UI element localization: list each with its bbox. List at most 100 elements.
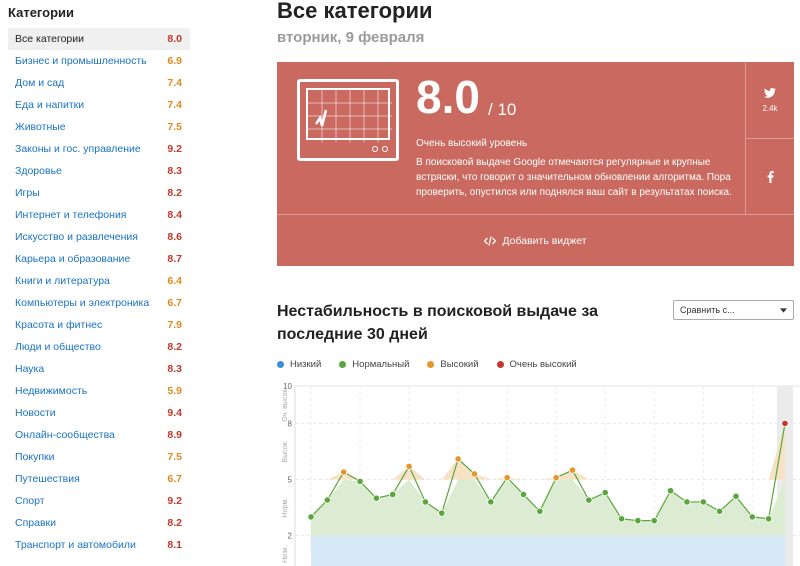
- data-point: [536, 507, 544, 515]
- sidebar-item-category[interactable]: Люди и общество 8.2: [8, 336, 190, 358]
- sidebar-item-category[interactable]: Дом и сад 7.4: [8, 72, 190, 94]
- data-point: [666, 487, 675, 495]
- sidebar-item-category[interactable]: Справки 8.2: [8, 512, 190, 534]
- sidebar-item-category[interactable]: Транспорт и автомобили 8.1: [8, 534, 190, 556]
- share-facebook-button[interactable]: [746, 139, 794, 214]
- data-point: [552, 474, 560, 482]
- data-point: [601, 488, 609, 497]
- sidebar-item-category[interactable]: Наука 8.3: [8, 358, 190, 380]
- sidebar-item-category[interactable]: Законы и гос. управление 9.2: [8, 138, 190, 160]
- sidebar-item-category[interactable]: Новости 9.4: [8, 402, 190, 424]
- data-point: [519, 490, 528, 499]
- sidebar-item-label: Транспорт и автомобили: [15, 539, 136, 551]
- legend-item[interactable]: Очень высокий: [496, 359, 577, 370]
- sidebar-item-category[interactable]: Интернет и телефония 8.4: [8, 204, 190, 226]
- sidebar-item-category[interactable]: Искусство и развлечения 8.6: [8, 226, 190, 248]
- legend-label: Высокий: [440, 359, 479, 370]
- legend-item[interactable]: Высокий: [427, 359, 479, 370]
- legend-dot: [496, 361, 504, 368]
- sidebar-item-score: 5.9: [167, 385, 182, 397]
- sidebar-item-label: Интернет и телефония: [15, 209, 127, 221]
- volatility-description: В поисковой выдаче Google отмечаются рег…: [416, 157, 732, 198]
- monitor-icon: [297, 79, 399, 161]
- data-point: [503, 474, 511, 482]
- sidebar-item-score: 7.5: [167, 451, 182, 463]
- sidebar-item-score: 8.2: [167, 341, 182, 353]
- sidebar-item-label: Карьера и образование: [15, 253, 131, 265]
- legend-item[interactable]: Низкий: [277, 359, 321, 370]
- sidebar-item-score: 8.6: [167, 231, 182, 243]
- sidebar-item-score: 9.2: [167, 143, 182, 155]
- sidebar-item-score: 6.4: [167, 275, 182, 287]
- main-content: Все категории вторник, 9 февраля 8.0 / 1…: [277, 0, 800, 566]
- zone-label: Высок.: [282, 440, 289, 462]
- sidebar-item-label: Искусство и развлечения: [15, 231, 138, 243]
- sidebar-item-score: 8.9: [167, 429, 182, 441]
- legend-dot: [277, 361, 284, 368]
- data-point: [421, 498, 430, 506]
- sidebar-item-category[interactable]: Покупки 7.5: [8, 446, 190, 468]
- sidebar-item-label: Спорт: [15, 495, 45, 507]
- sidebar-item-category[interactable]: Спорт 9.2: [8, 490, 190, 512]
- data-point: [323, 496, 331, 504]
- data-point: [470, 470, 479, 478]
- sidebar-item-label: Все категории: [15, 33, 84, 45]
- add-widget-button[interactable]: Добавить виджет: [277, 215, 794, 266]
- share-twitter-button[interactable]: 2.4k: [746, 62, 794, 138]
- monitor-grid-graphic: [308, 90, 392, 142]
- data-point: [732, 492, 740, 500]
- sidebar-item-category[interactable]: Здоровье 8.3: [8, 160, 190, 182]
- sidebar-item-label: Красота и фитнес: [15, 319, 103, 331]
- sidebar-item-score: 8.4: [167, 209, 182, 221]
- facebook-icon: [767, 170, 774, 183]
- twitter-icon: [764, 87, 776, 98]
- area-high: [311, 423, 785, 480]
- score-card-body: 8.0 / 10 Очень высокий уровень В поисков…: [277, 62, 745, 214]
- compare-select[interactable]: Сравнить с...: [673, 300, 794, 320]
- zone-label: Низк.: [282, 546, 289, 563]
- sidebar-item-label: Бизнес и промышленность: [15, 55, 147, 67]
- data-point: [307, 513, 315, 521]
- sidebar-item-category[interactable]: Книги и литература 6.4: [8, 270, 190, 292]
- volatility-score: 8.0: [416, 71, 480, 123]
- data-point: [405, 462, 413, 471]
- sidebar-item-category[interactable]: Все категории 8.0: [8, 28, 190, 50]
- share-column: 2.4k: [746, 62, 794, 214]
- sidebar-item-score: 8.3: [167, 165, 182, 177]
- sidebar-item-category[interactable]: Карьера и образование 8.7: [8, 248, 190, 270]
- data-point: [781, 419, 789, 428]
- data-point: [487, 498, 495, 506]
- sidebar: Категории Все категории 8.0 Бизнес и промы…: [0, 0, 200, 566]
- sidebar-item-label: Животные: [15, 121, 66, 133]
- sidebar-item-category[interactable]: Компьютеры и электроника 6.7: [8, 292, 190, 314]
- compare-select-value: Сравнить с...: [680, 305, 735, 315]
- sidebar-item-label: Компьютеры и электроника: [15, 297, 150, 309]
- sidebar-item-score: 7.4: [167, 77, 182, 89]
- sidebar-item-label: Справки: [15, 517, 56, 529]
- sidebar-item-category[interactable]: Бизнес и промышленность 6.9: [8, 50, 190, 72]
- data-point: [340, 468, 348, 476]
- data-point: [585, 496, 593, 504]
- data-point: [683, 498, 691, 506]
- data-point: [699, 498, 707, 506]
- legend-item[interactable]: Нормальный: [339, 359, 409, 370]
- sidebar-item-category[interactable]: Игры 8.2: [8, 182, 190, 204]
- chevron-down-icon: [780, 307, 787, 313]
- zone-label: Оч. высок.: [282, 388, 289, 422]
- sidebar-item-category[interactable]: Красота и фитнес 7.9: [8, 314, 190, 336]
- volatility-level-label: Очень высокий уровень: [416, 138, 528, 149]
- sidebar-item-score: 6.7: [167, 297, 182, 309]
- sidebar-item-category[interactable]: Онлайн-сообщества 8.9: [8, 424, 190, 446]
- sidebar-item-category[interactable]: Недвижимость 5.9: [8, 380, 190, 402]
- code-icon: [484, 235, 497, 246]
- data-point: [372, 494, 380, 502]
- sidebar-item-score: 8.3: [167, 363, 182, 375]
- sidebar-item-category[interactable]: Животные 7.5: [8, 116, 190, 138]
- score-card: 8.0 / 10 Очень высокий уровень В поисков…: [277, 62, 794, 266]
- sidebar-item-category[interactable]: Путешествия 6.7: [8, 468, 190, 490]
- zone-low-band: [311, 535, 785, 566]
- sidebar-item-category[interactable]: Еда и напитки 7.4: [8, 94, 190, 116]
- data-point: [454, 455, 462, 463]
- legend-dot: [427, 361, 435, 368]
- sidebar-item-label: Недвижимость: [15, 385, 88, 397]
